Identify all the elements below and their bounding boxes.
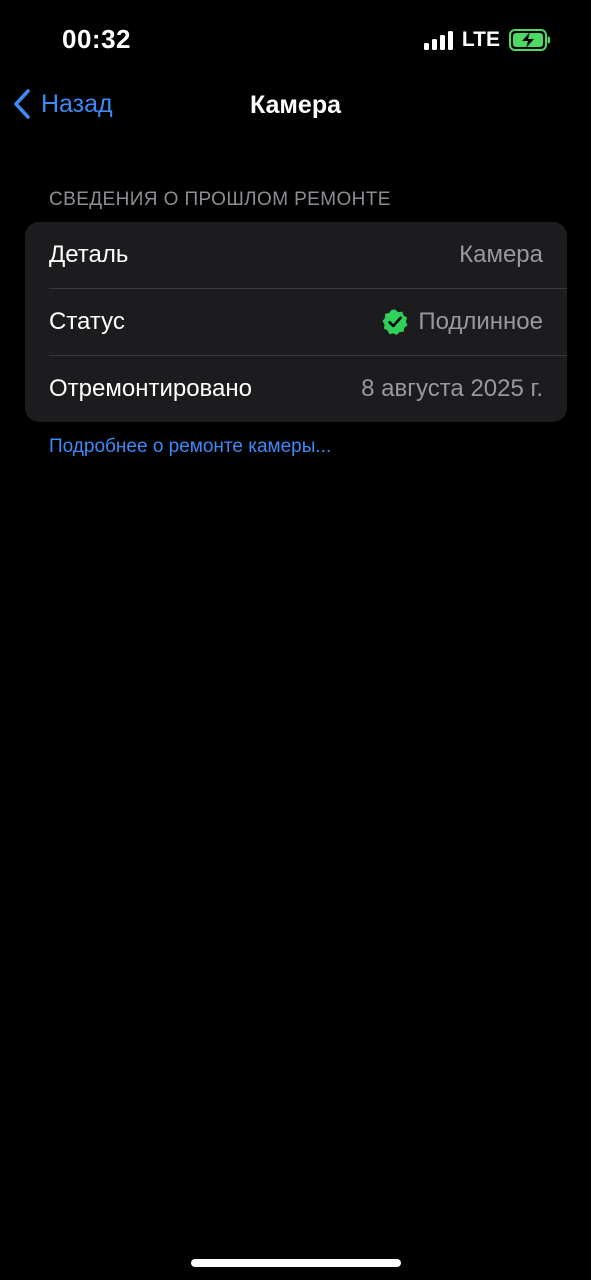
repaired-label: Отремонтировано (49, 375, 252, 402)
home-indicator[interactable] (191, 1259, 401, 1267)
page-title: Камера (249, 91, 342, 119)
repaired-row: Отремонтировано 8 августа 2025 г. (25, 356, 567, 422)
status-label: Статус (49, 308, 125, 335)
status-indicators: LTE (423, 27, 551, 53)
repaired-date: 8 августа 2025 г. (361, 375, 543, 402)
status-row: Статус Подлинное (25, 289, 567, 355)
network-type: LTE (461, 28, 500, 51)
detail-row: Деталь Камера (25, 222, 567, 288)
section-header: СВЕДЕНИЯ О ПРОШЛОМ РЕМОНТЕ (49, 189, 391, 210)
navigation-bar: Назад Камера (0, 80, 591, 130)
status-time: 00:32 (62, 24, 131, 54)
detail-label: Деталь (49, 241, 129, 268)
battery-charging-icon (509, 29, 550, 51)
status-value-group: Подлинное (381, 307, 543, 337)
learn-more-link[interactable]: Подробнее о ремонте камеры... (49, 434, 331, 460)
status-value: Подлинное (418, 308, 543, 335)
verified-badge-icon (382, 309, 408, 335)
repair-info-card: Деталь Камера Статус Подлинное Отремонти… (25, 222, 567, 422)
detail-value: Камера (459, 241, 543, 268)
status-bar: 00:32 LTE (0, 0, 591, 80)
cellular-signal-icon (423, 30, 453, 50)
